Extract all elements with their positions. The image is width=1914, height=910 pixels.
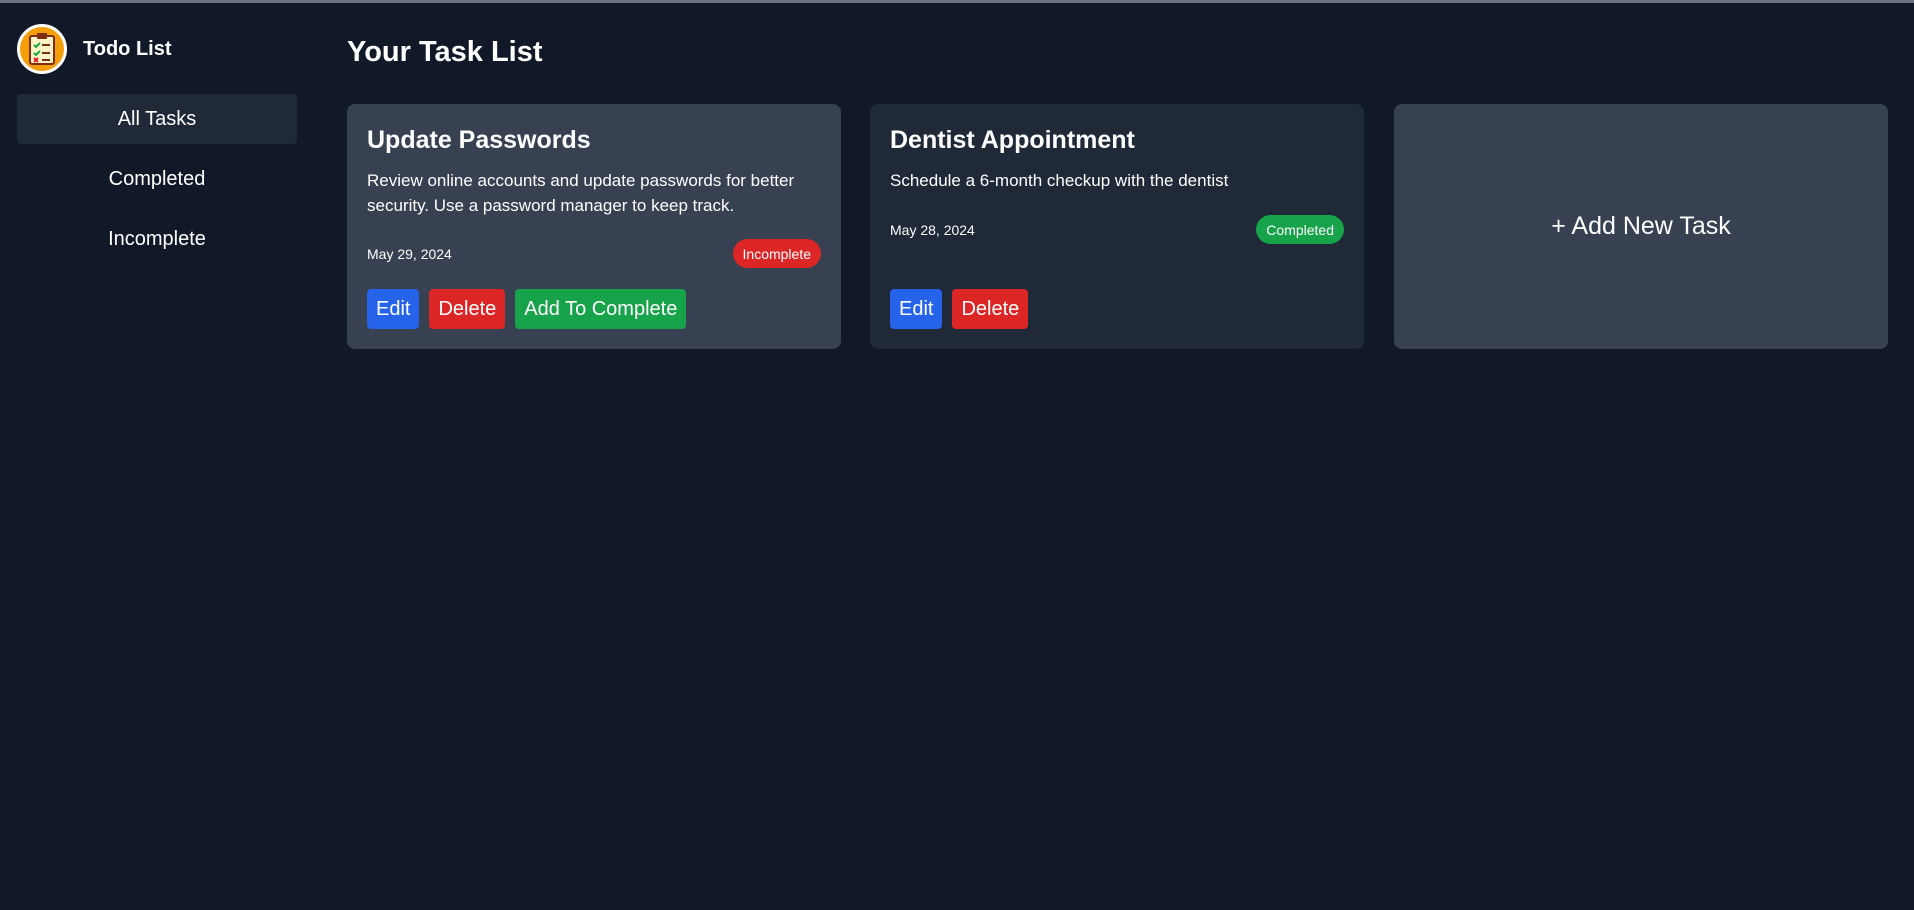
- task-actions: Edit Delete Add To Complete: [367, 289, 687, 329]
- task-description: Review online accounts and update passwo…: [367, 171, 795, 215]
- status-badge: Completed: [1256, 215, 1344, 244]
- brand: Todo List: [17, 24, 172, 74]
- delete-button[interactable]: Delete: [429, 289, 506, 329]
- add-new-task-button[interactable]: + Add New Task: [1394, 104, 1888, 349]
- task-meta: May 29, 2024 Incomplete: [367, 239, 821, 268]
- page-title: Your Task List: [347, 36, 543, 68]
- sidebar: Todo List All Tasks Completed Incomplete: [0, 3, 312, 910]
- task-description: Schedule a 6-month checkup with the dent…: [890, 171, 1229, 190]
- sidebar-item-all-tasks[interactable]: All Tasks: [17, 94, 297, 144]
- task-title: Dentist Appointment: [890, 126, 1135, 154]
- add-to-complete-button[interactable]: Add To Complete: [515, 289, 687, 329]
- sidebar-item-incomplete[interactable]: Incomplete: [17, 214, 297, 264]
- edit-button[interactable]: Edit: [367, 289, 420, 329]
- task-date: May 29, 2024: [367, 245, 452, 262]
- task-title: Update Passwords: [367, 126, 591, 154]
- add-new-task-label: + Add New Task: [1551, 212, 1731, 240]
- edit-button[interactable]: Edit: [890, 289, 943, 329]
- delete-button[interactable]: Delete: [952, 289, 1029, 329]
- clipboard-checklist-icon: [17, 24, 67, 74]
- task-card: Dentist Appointment Schedule a 6-month c…: [870, 104, 1364, 349]
- status-badge: Incomplete: [732, 239, 821, 268]
- task-card: Update Passwords Review online accounts …: [347, 104, 841, 349]
- task-date: May 28, 2024: [890, 221, 975, 238]
- sidebar-nav: All Tasks Completed Incomplete: [17, 94, 297, 274]
- app-title: Todo List: [83, 37, 172, 60]
- task-meta: May 28, 2024 Completed: [890, 215, 1344, 244]
- sidebar-item-completed[interactable]: Completed: [17, 154, 297, 204]
- task-actions: Edit Delete: [890, 289, 1029, 329]
